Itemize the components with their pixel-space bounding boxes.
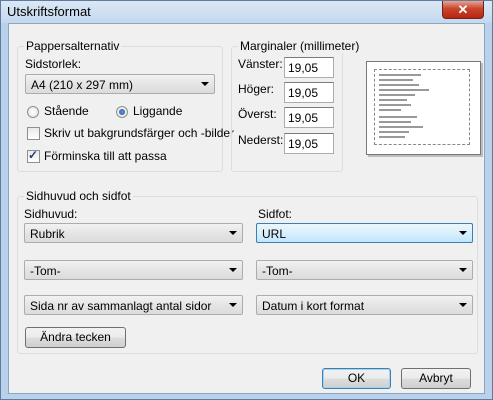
shrink-to-fit-checkbox[interactable]: ✓ — [27, 148, 40, 163]
preview-line — [379, 79, 413, 81]
chevron-down-icon — [459, 231, 467, 235]
preview-line — [379, 121, 411, 123]
margin-left-input[interactable] — [288, 61, 332, 75]
footer-dropdown-2[interactable]: -Tom- — [256, 260, 473, 280]
header-footer-label: Sidhuvud och sidfot — [24, 189, 133, 203]
footer-value-1: URL — [262, 227, 287, 241]
print-background-label: Skriv ut bakgrundsfärger och -bilder — [44, 126, 235, 140]
margin-bottom-input[interactable] — [288, 137, 332, 151]
margin-top-label: Överst: — [238, 107, 277, 121]
margin-top-field[interactable] — [284, 107, 334, 128]
footer-dropdown-3[interactable]: Datum i kort format — [256, 295, 473, 315]
margin-bottom-label: Nederst: — [238, 133, 284, 147]
dialog-body: Pappersalternativ Sidstorlek: A4 (210 x … — [8, 23, 485, 394]
chevron-down-icon — [459, 268, 467, 272]
footer-value-2: -Tom- — [262, 264, 293, 278]
header-footer-group: Sidhuvud och sidfot Sidhuvud: Sidfot: Ru… — [17, 189, 478, 354]
header-value-3: Sida nr av sammanlagt antal sidor — [30, 299, 212, 313]
page-setup-dialog: Utskriftsformat ✕ Pappersalternativ Sids… — [0, 0, 493, 400]
chevron-down-icon — [459, 303, 467, 307]
margins-label: Marginaler (millimeter) — [238, 39, 362, 53]
change-font-button[interactable]: Ändra tecken — [25, 327, 126, 348]
preview-line — [379, 84, 419, 86]
close-icon: ✕ — [457, 2, 469, 17]
margin-left-label: Vänster: — [238, 57, 283, 71]
header-dropdown-1[interactable]: Rubrik — [24, 223, 243, 243]
checkmark-icon: ✓ — [28, 148, 39, 162]
margin-right-input[interactable] — [288, 86, 332, 100]
preview-margin-outline — [374, 69, 470, 145]
chevron-down-icon — [229, 231, 237, 235]
print-background-checkbox[interactable] — [27, 127, 40, 140]
ok-button[interactable]: OK — [322, 368, 391, 389]
preview-line — [379, 104, 411, 106]
portrait-radio[interactable] — [27, 106, 39, 118]
preview-line — [379, 74, 421, 76]
portrait-label: Stående — [44, 104, 89, 118]
footer-value-3: Datum i kort format — [262, 299, 365, 313]
chevron-down-icon — [229, 303, 237, 307]
header-label: Sidhuvud: — [24, 207, 78, 221]
title-bar[interactable]: Utskriftsformat ✕ — [1, 1, 492, 23]
chevron-down-icon — [229, 268, 237, 272]
footer-dropdown-1[interactable]: URL — [256, 223, 473, 243]
preview-line — [379, 126, 423, 128]
margin-bottom-field[interactable] — [284, 133, 334, 154]
page-preview — [366, 61, 481, 155]
paper-options-group: Pappersalternativ Sidstorlek: A4 (210 x … — [17, 39, 234, 172]
preview-line — [379, 99, 407, 101]
header-dropdown-2[interactable]: -Tom- — [24, 260, 243, 280]
preview-line — [379, 136, 405, 138]
margin-right-label: Höger: — [238, 82, 275, 96]
window-title: Utskriftsformat — [7, 4, 91, 19]
paper-size-dropdown[interactable]: A4 (210 x 297 mm) — [25, 74, 215, 94]
margin-right-field[interactable] — [284, 82, 334, 103]
preview-line — [379, 94, 415, 96]
landscape-label: Liggande — [133, 104, 183, 118]
chevron-down-icon — [201, 82, 209, 86]
paper-options-label: Pappersalternativ — [24, 39, 122, 53]
paper-size-value: A4 (210 x 297 mm) — [31, 78, 134, 92]
footer-label: Sidfot: — [258, 207, 293, 221]
shrink-to-fit-label: Förminska till att passa — [44, 149, 167, 163]
radio-selected-dot — [119, 109, 125, 115]
header-dropdown-3[interactable]: Sida nr av sammanlagt antal sidor — [24, 295, 243, 315]
preview-line — [379, 89, 429, 91]
preview-line — [379, 131, 409, 133]
preview-line — [379, 116, 417, 118]
close-button[interactable]: ✕ — [442, 1, 484, 19]
margin-left-field[interactable] — [284, 57, 334, 78]
cancel-button[interactable]: Avbryt — [401, 368, 471, 389]
margins-group: Marginaler (millimeter) Vänster: Höger: … — [231, 39, 362, 172]
header-value-1: Rubrik — [30, 227, 65, 241]
margin-top-input[interactable] — [288, 111, 332, 125]
header-value-2: -Tom- — [30, 264, 61, 278]
preview-line — [379, 109, 401, 111]
landscape-radio[interactable] — [116, 106, 128, 118]
paper-size-label: Sidstorlek: — [25, 57, 82, 71]
